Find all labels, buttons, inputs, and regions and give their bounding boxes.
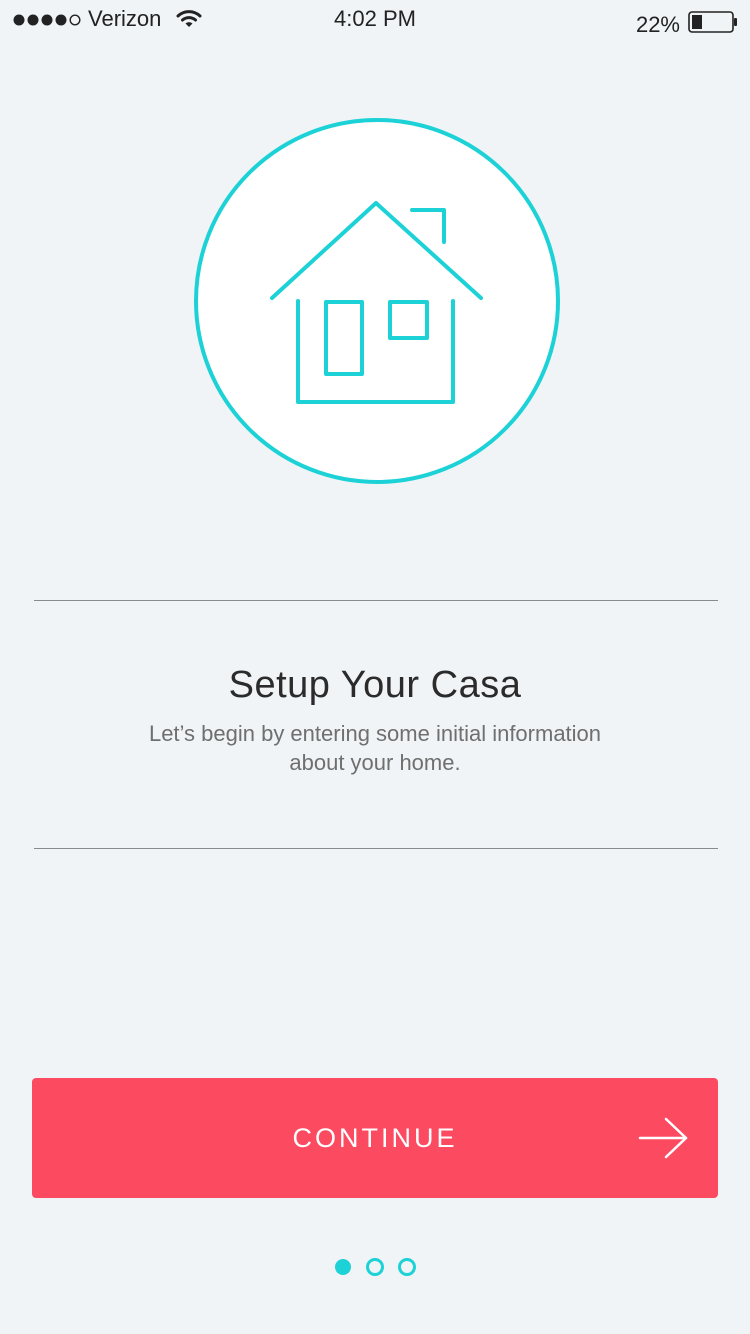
bottom-divider	[34, 848, 718, 849]
battery-percentage: 22%	[635, 12, 680, 37]
house-icon	[194, 118, 560, 484]
page-dot-1[interactable]	[335, 1259, 351, 1275]
status-bar: Verizon 4:02 PM 22%	[0, 0, 750, 40]
page-dot-3[interactable]	[398, 1258, 416, 1276]
top-divider	[34, 600, 718, 601]
arrow-right-icon	[638, 1117, 688, 1159]
page-dot-2[interactable]	[366, 1258, 384, 1276]
page-subtitle: Let’s begin by entering some initial inf…	[148, 721, 602, 775]
page-title: Setup Your Casa	[228, 664, 522, 706]
page-indicator	[330, 1256, 420, 1278]
continue-button[interactable]: CONTINUE	[32, 1078, 718, 1198]
continue-button-label: CONTINUE	[292, 1123, 458, 1153]
battery-icon	[688, 11, 737, 33]
